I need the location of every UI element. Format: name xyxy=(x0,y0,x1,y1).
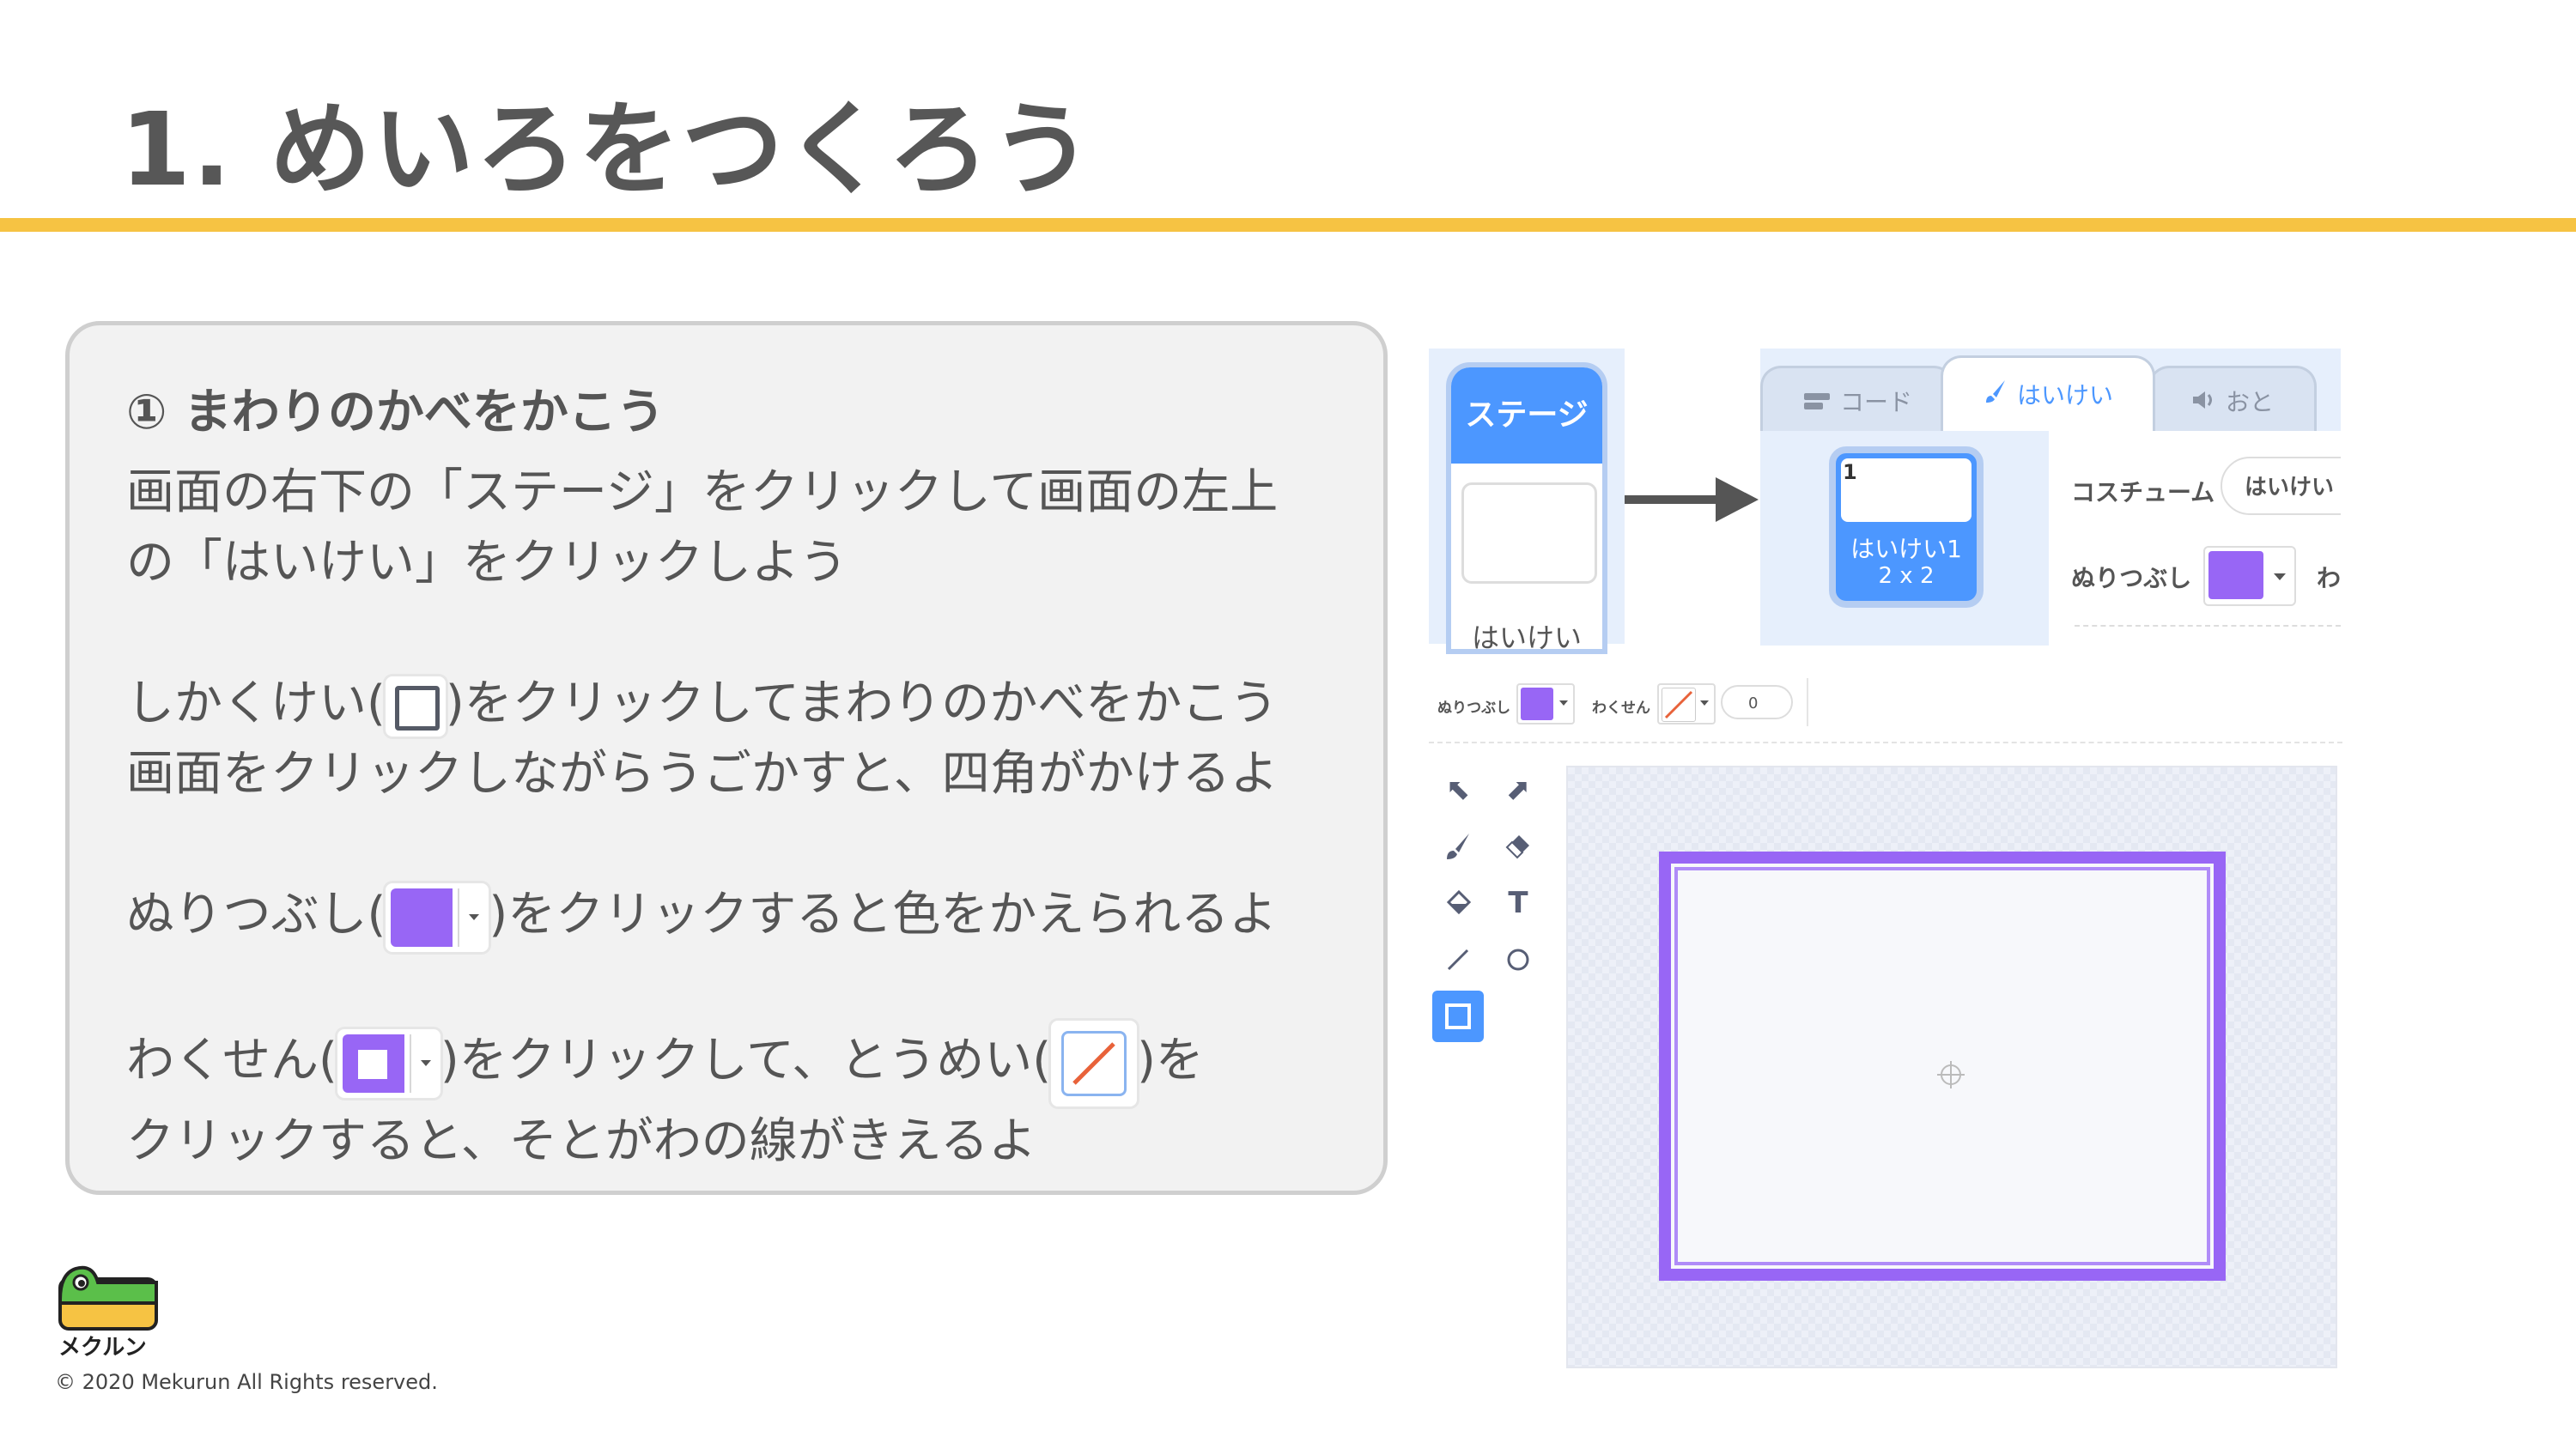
costume-name-label: コスチューム xyxy=(2071,478,2215,506)
text-icon: T xyxy=(1508,886,1528,920)
tab-code-label: コード xyxy=(1839,388,1912,416)
instruction-2-line2: 画面をクリックしながらうごかすと、四角がかけるよ xyxy=(126,746,1279,802)
instruction-4-prefix: わくせん( xyxy=(126,1033,337,1089)
eraser-tool[interactable] xyxy=(1492,821,1544,872)
header-divider xyxy=(2075,625,2341,627)
paint-header: コスチューム はいけい ぬりつぶし わ xyxy=(2049,431,2341,646)
instruction-2-prefix: しかくけい( xyxy=(126,676,386,731)
rectangle-icon xyxy=(394,685,440,731)
fill-color-picker-small[interactable] xyxy=(1516,683,1575,724)
instruction-4-suffix: )を xyxy=(1137,1033,1204,1089)
backdrop-name: はいけい1 xyxy=(1850,535,1962,563)
brush-icon xyxy=(1983,359,2008,434)
transparent-color-chip xyxy=(1051,1021,1138,1106)
arrow-right-icon xyxy=(1716,477,1759,522)
paint-toolbar: ぬりつぶし わくせん 0 xyxy=(1429,670,2342,738)
instruction-3-prefix: ぬりつぶし( xyxy=(126,887,386,943)
speaker-icon xyxy=(2191,369,2217,438)
text-tool[interactable]: T xyxy=(1492,877,1544,929)
tab-sounds[interactable]: おと xyxy=(2148,366,2317,434)
backdrops-label: はいけい xyxy=(1471,621,1582,654)
line-tool[interactable] xyxy=(1432,934,1484,985)
rectangle-tool-chip xyxy=(385,676,446,737)
outline-color-chip xyxy=(337,1029,440,1098)
instruction-4-line1: わくせん( )をクリックして、とうめい( )を xyxy=(126,1021,1204,1106)
backdrop-size: 2 x 2 xyxy=(1878,563,1935,589)
slide-title: 1. めいろをつくろう xyxy=(120,90,1095,209)
stage-header: ステージ xyxy=(1451,367,1602,464)
select-tool[interactable]: ⬉ xyxy=(1432,764,1484,815)
mekurun-logo: メクルン xyxy=(55,1248,161,1361)
outline-width-input[interactable]: 0 xyxy=(1721,685,1793,719)
title-underline xyxy=(0,218,2576,232)
paint-bucket-icon xyxy=(1446,889,1472,915)
rectangle-icon xyxy=(1445,1003,1471,1029)
brush-tool[interactable] xyxy=(1432,821,1484,872)
code-icon xyxy=(1802,369,1832,438)
fill-swatch xyxy=(391,888,453,947)
stage-selector[interactable]: ステージ はいけい xyxy=(1446,362,1607,654)
card-heading: ① まわりのかべをかこう xyxy=(126,385,665,440)
dropdown-caret-icon xyxy=(409,1034,440,1093)
rectangle-tool[interactable] xyxy=(1432,991,1484,1042)
instruction-4: わくせん( )をクリックして、とうめい( )を クリックすると、そとがわの線がきえる… xyxy=(126,1021,1204,1177)
instruction-1: 画面の右下の「ステージ」をクリックして画面の左上 の「はいけい」をクリックしよう xyxy=(126,458,1278,598)
tab-backdrops[interactable]: はいけい xyxy=(1941,355,2155,434)
tab-backdrops-label: はいけい xyxy=(2016,381,2113,409)
fill-color-chip xyxy=(386,882,489,952)
editor-tabs: コード おと はいけい xyxy=(1760,349,2341,434)
backdrop-number: 1 xyxy=(1843,460,1857,484)
instruction-2-line1: しかくけい( )をクリックしてまわりのかべをかこう xyxy=(126,669,1279,739)
backdrop-thumbnail xyxy=(1841,458,1971,522)
instruction-3-suffix: )をクリックすると色をかえられるよ xyxy=(489,887,1278,943)
instruction-4-line2: クリックすると、そとがわの線がきえるよ xyxy=(126,1113,1037,1169)
eraser-icon xyxy=(1505,835,1529,859)
instruction-1-line1: 画面の右下の「ステージ」をクリックして画面の左上 xyxy=(126,464,1279,520)
dropdown-caret-icon xyxy=(1559,700,1568,706)
outline-color-picker-small[interactable] xyxy=(1657,683,1716,724)
no-color-icon xyxy=(1061,1031,1127,1096)
drawn-rectangle[interactable] xyxy=(1659,852,2226,1281)
stage-panel: ステージ はいけい xyxy=(1429,349,1625,654)
circle-tool[interactable] xyxy=(1492,934,1544,985)
dropdown-caret-icon xyxy=(1700,700,1709,706)
instruction-2: しかくけい( )をクリックしてまわりのかべをかこう 画面をクリックしながらうごかす… xyxy=(126,669,1279,809)
backdrop-item[interactable]: 1 はいけい1 2 x 2 xyxy=(1829,446,1984,608)
stage-thumbnail[interactable] xyxy=(1461,482,1597,584)
backdrop-list: 1 はいけい1 2 x 2 xyxy=(1760,431,2049,646)
instruction-1-line2: の「はいけい」をクリックしよう xyxy=(126,535,848,591)
copyright-text: © 2020 Mekurun All Rights reserved. xyxy=(55,1370,438,1394)
instruction-3: ぬりつぶし( )をクリックすると色をかえられるよ xyxy=(126,880,1277,952)
fill-label-small: ぬりつぶし xyxy=(1437,700,1511,717)
outline-label-partial: わ xyxy=(2317,564,2341,592)
toolbar-divider xyxy=(1807,678,1808,726)
tab-sounds-label: おと xyxy=(2225,388,2274,416)
logo-text: メクルン xyxy=(58,1335,147,1360)
instruction-4-middle: )をクリックして、とうめい( xyxy=(440,1033,1052,1089)
crosshair-icon xyxy=(1937,1061,1965,1088)
circle-icon xyxy=(1507,949,1529,971)
instruction-2-suffix: )をクリックしてまわりのかべをかこう xyxy=(445,676,1279,731)
reshape-icon: ⬈ xyxy=(1505,773,1531,807)
dropdown-caret-icon xyxy=(458,888,489,947)
instruction-card: ① まわりのかべをかこう 画面の右下の「ステージ」をクリックして画面の左上 の「… xyxy=(65,321,1388,1195)
arrow-shaft xyxy=(1625,495,1719,504)
dropdown-caret-icon xyxy=(2274,573,2286,580)
fill-label: ぬりつぶし xyxy=(2071,564,2192,592)
costume-name-input[interactable]: はいけい xyxy=(2221,457,2341,515)
fill-tool[interactable] xyxy=(1432,877,1484,929)
outline-swatch xyxy=(342,1034,404,1093)
brush-icon xyxy=(1447,834,1469,859)
fill-color-picker[interactable] xyxy=(2203,546,2296,606)
paint-canvas[interactable] xyxy=(1566,766,2337,1368)
line-icon xyxy=(1447,949,1469,971)
tool-palette: ⬉ ⬈ T xyxy=(1432,764,1552,1073)
reshape-tool[interactable]: ⬈ xyxy=(1492,764,1544,815)
toolbar-separator xyxy=(1429,742,2342,743)
cursor-icon: ⬉ xyxy=(1445,773,1471,807)
outline-label-small: わくせん xyxy=(1592,700,1650,717)
backdrop-editor-crop: コード おと はいけい 1 はいけい1 2 x 2 コスチューム はいけい ぬり… xyxy=(1760,349,2341,646)
tab-code[interactable]: コード xyxy=(1760,366,1954,434)
